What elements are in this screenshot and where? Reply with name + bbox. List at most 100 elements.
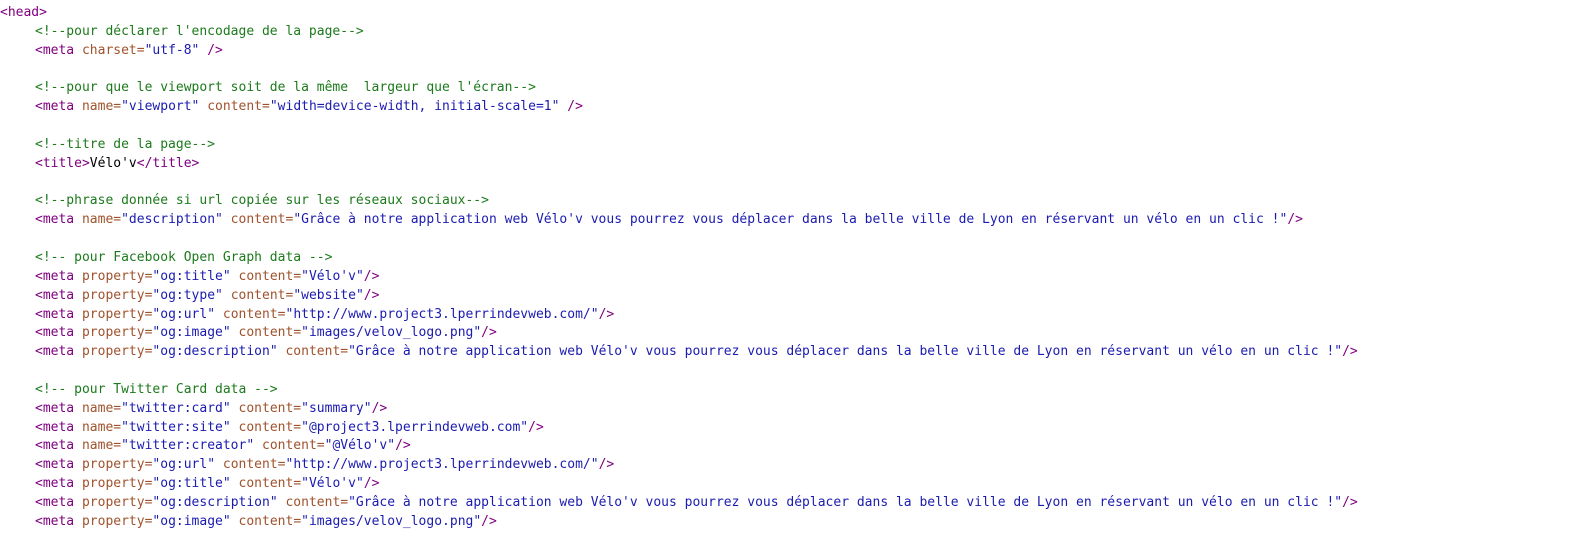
html-tag-token: /> <box>363 287 380 303</box>
html-comment-token: <!--pour déclarer l'encodage de la page-… <box>35 23 364 39</box>
html-tag-token: /> <box>363 476 380 492</box>
html-comment-token: <!--pour que le viewport soit de la même… <box>35 80 536 96</box>
attribute-name-token: content= <box>222 287 294 303</box>
attribute-name-token: property= <box>81 325 153 341</box>
attribute-name-token: charset= <box>81 42 145 58</box>
html-tag-token: <meta <box>35 268 82 284</box>
html-comment-token: <!--phrase donnée si url copiée sur les … <box>35 193 489 209</box>
code-line: <meta name="description" content="Grâce … <box>0 211 1358 230</box>
html-tag-token: <meta <box>35 513 82 529</box>
code-line: <!--pour déclarer l'encodage de la page-… <box>0 23 1358 42</box>
html-tag-token: <meta <box>35 494 82 510</box>
code-line: <meta property="og:description" content=… <box>0 494 1358 513</box>
attribute-value-token: "og:title" <box>152 268 231 284</box>
html-tag-token: /> <box>528 419 544 435</box>
attribute-value-token: "og:image" <box>152 325 231 341</box>
attribute-value-token: "@project3.lperrindevweb.com" <box>301 419 529 435</box>
code-line: <meta property="og:title" content="Vélo'… <box>0 268 1358 287</box>
attribute-name-token: content= <box>230 325 302 341</box>
html-tag-token: <meta <box>35 476 82 492</box>
attribute-name-token: property= <box>81 287 153 303</box>
code-editor-view[interactable]: <head> <!--pour déclarer l'encodage de la… <box>0 4 1358 532</box>
attribute-value-token: "og:description" <box>152 344 278 360</box>
attribute-value-token: "width=device-width, initial-scale=1" <box>269 99 560 115</box>
code-line: <!-- pour Twitter Card data --> <box>0 381 1358 400</box>
html-tag-token: /> <box>199 42 223 58</box>
html-tag-token: <title> <box>35 155 90 171</box>
attribute-name-token: property= <box>81 457 153 473</box>
attribute-value-token: "description" <box>121 212 223 228</box>
code-line: <meta name="twitter:card" content="summa… <box>0 400 1358 419</box>
attribute-value-token: "images/velov_logo.png" <box>301 325 482 341</box>
code-line: <!--titre de la page--> <box>0 136 1358 155</box>
attribute-name-token: content= <box>254 438 325 454</box>
html-tag-token: /> <box>1342 494 1358 510</box>
attribute-value-token: "summary" <box>301 400 372 416</box>
attribute-name-token: content= <box>230 476 302 492</box>
html-comment-token: <!-- pour Twitter Card data --> <box>35 381 278 397</box>
html-comment-token: <!--titre de la page--> <box>35 136 216 152</box>
code-line: <meta name="twitter:creator" content="@V… <box>0 437 1358 456</box>
attribute-name-token: content= <box>277 494 349 510</box>
html-tag-token: <meta <box>35 42 82 58</box>
attribute-value-token: "Vélo'v" <box>301 476 364 492</box>
html-tag-token: <meta <box>35 344 82 360</box>
code-line: <meta property="og:url" content="http://… <box>0 456 1358 475</box>
attribute-name-token: content= <box>215 306 286 322</box>
attribute-value-token: "og:title" <box>152 476 231 492</box>
html-tag-token: /> <box>481 513 497 529</box>
html-tag-token: /> <box>481 325 497 341</box>
html-comment-token: <!-- pour Facebook Open Graph data --> <box>35 249 333 265</box>
attribute-value-token: "viewport" <box>121 99 200 115</box>
html-tag-token: <meta <box>35 212 82 228</box>
html-tag-token: /> <box>559 99 583 115</box>
attribute-value-token: "Vélo'v" <box>301 268 364 284</box>
html-tag-token: /> <box>371 400 388 416</box>
html-tag-token: /> <box>395 438 411 454</box>
attribute-value-token: "Grâce à notre application web Vélo'v vo… <box>293 212 1288 228</box>
code-line: <title>Vélo'v</title> <box>0 155 1358 174</box>
text-content-token: Vélo'v <box>89 155 137 171</box>
html-tag-token: /> <box>1342 344 1358 360</box>
code-line: <meta property="og:description" content=… <box>0 343 1358 362</box>
attribute-name-token: content= <box>222 212 294 228</box>
html-tag-token: /> <box>598 306 615 322</box>
html-tag-token: /> <box>1287 212 1303 228</box>
attribute-name-token: content= <box>230 419 302 435</box>
html-tag-token: <meta <box>35 287 82 303</box>
attribute-value-token: "http://www.project3.lperrindevweb.com/" <box>285 457 599 473</box>
attribute-name-token: content= <box>230 268 302 284</box>
attribute-name-token: name= <box>81 400 122 416</box>
attribute-value-token: "http://www.project3.lperrindevweb.com/" <box>285 306 599 322</box>
html-tag-token: <meta <box>35 457 82 473</box>
attribute-value-token: "og:type" <box>152 287 223 303</box>
attribute-name-token: name= <box>81 99 122 115</box>
html-tag-token: <meta <box>35 419 82 435</box>
code-line: <meta property="og:url" content="http://… <box>0 306 1358 325</box>
attribute-name-token: property= <box>81 476 153 492</box>
attribute-name-token: name= <box>81 212 122 228</box>
attribute-name-token: property= <box>81 268 153 284</box>
attribute-value-token: "og:image" <box>152 513 231 529</box>
code-line: <meta name="twitter:site" content="@proj… <box>0 419 1358 438</box>
code-line: <meta property="og:title" content="Vélo'… <box>0 475 1358 494</box>
html-tag-token: </title> <box>136 155 200 171</box>
code-line: <meta name="viewport" content="width=dev… <box>0 98 1358 117</box>
attribute-value-token: "twitter:card" <box>121 400 231 416</box>
attribute-value-token: "utf-8" <box>144 42 200 58</box>
attribute-value-token: "og:url" <box>152 306 216 322</box>
html-tag-token: <meta <box>35 325 82 341</box>
attribute-value-token: "twitter:creator" <box>121 438 255 454</box>
attribute-name-token: content= <box>230 513 302 529</box>
code-line: <!--phrase donnée si url copiée sur les … <box>0 192 1358 211</box>
code-line: <meta property="og:image" content="image… <box>0 513 1358 532</box>
attribute-name-token: content= <box>277 344 349 360</box>
attribute-value-token: "@Vélo'v" <box>324 438 396 454</box>
attribute-name-token: property= <box>81 306 153 322</box>
code-line: <meta property="og:type" content="websit… <box>0 287 1358 306</box>
